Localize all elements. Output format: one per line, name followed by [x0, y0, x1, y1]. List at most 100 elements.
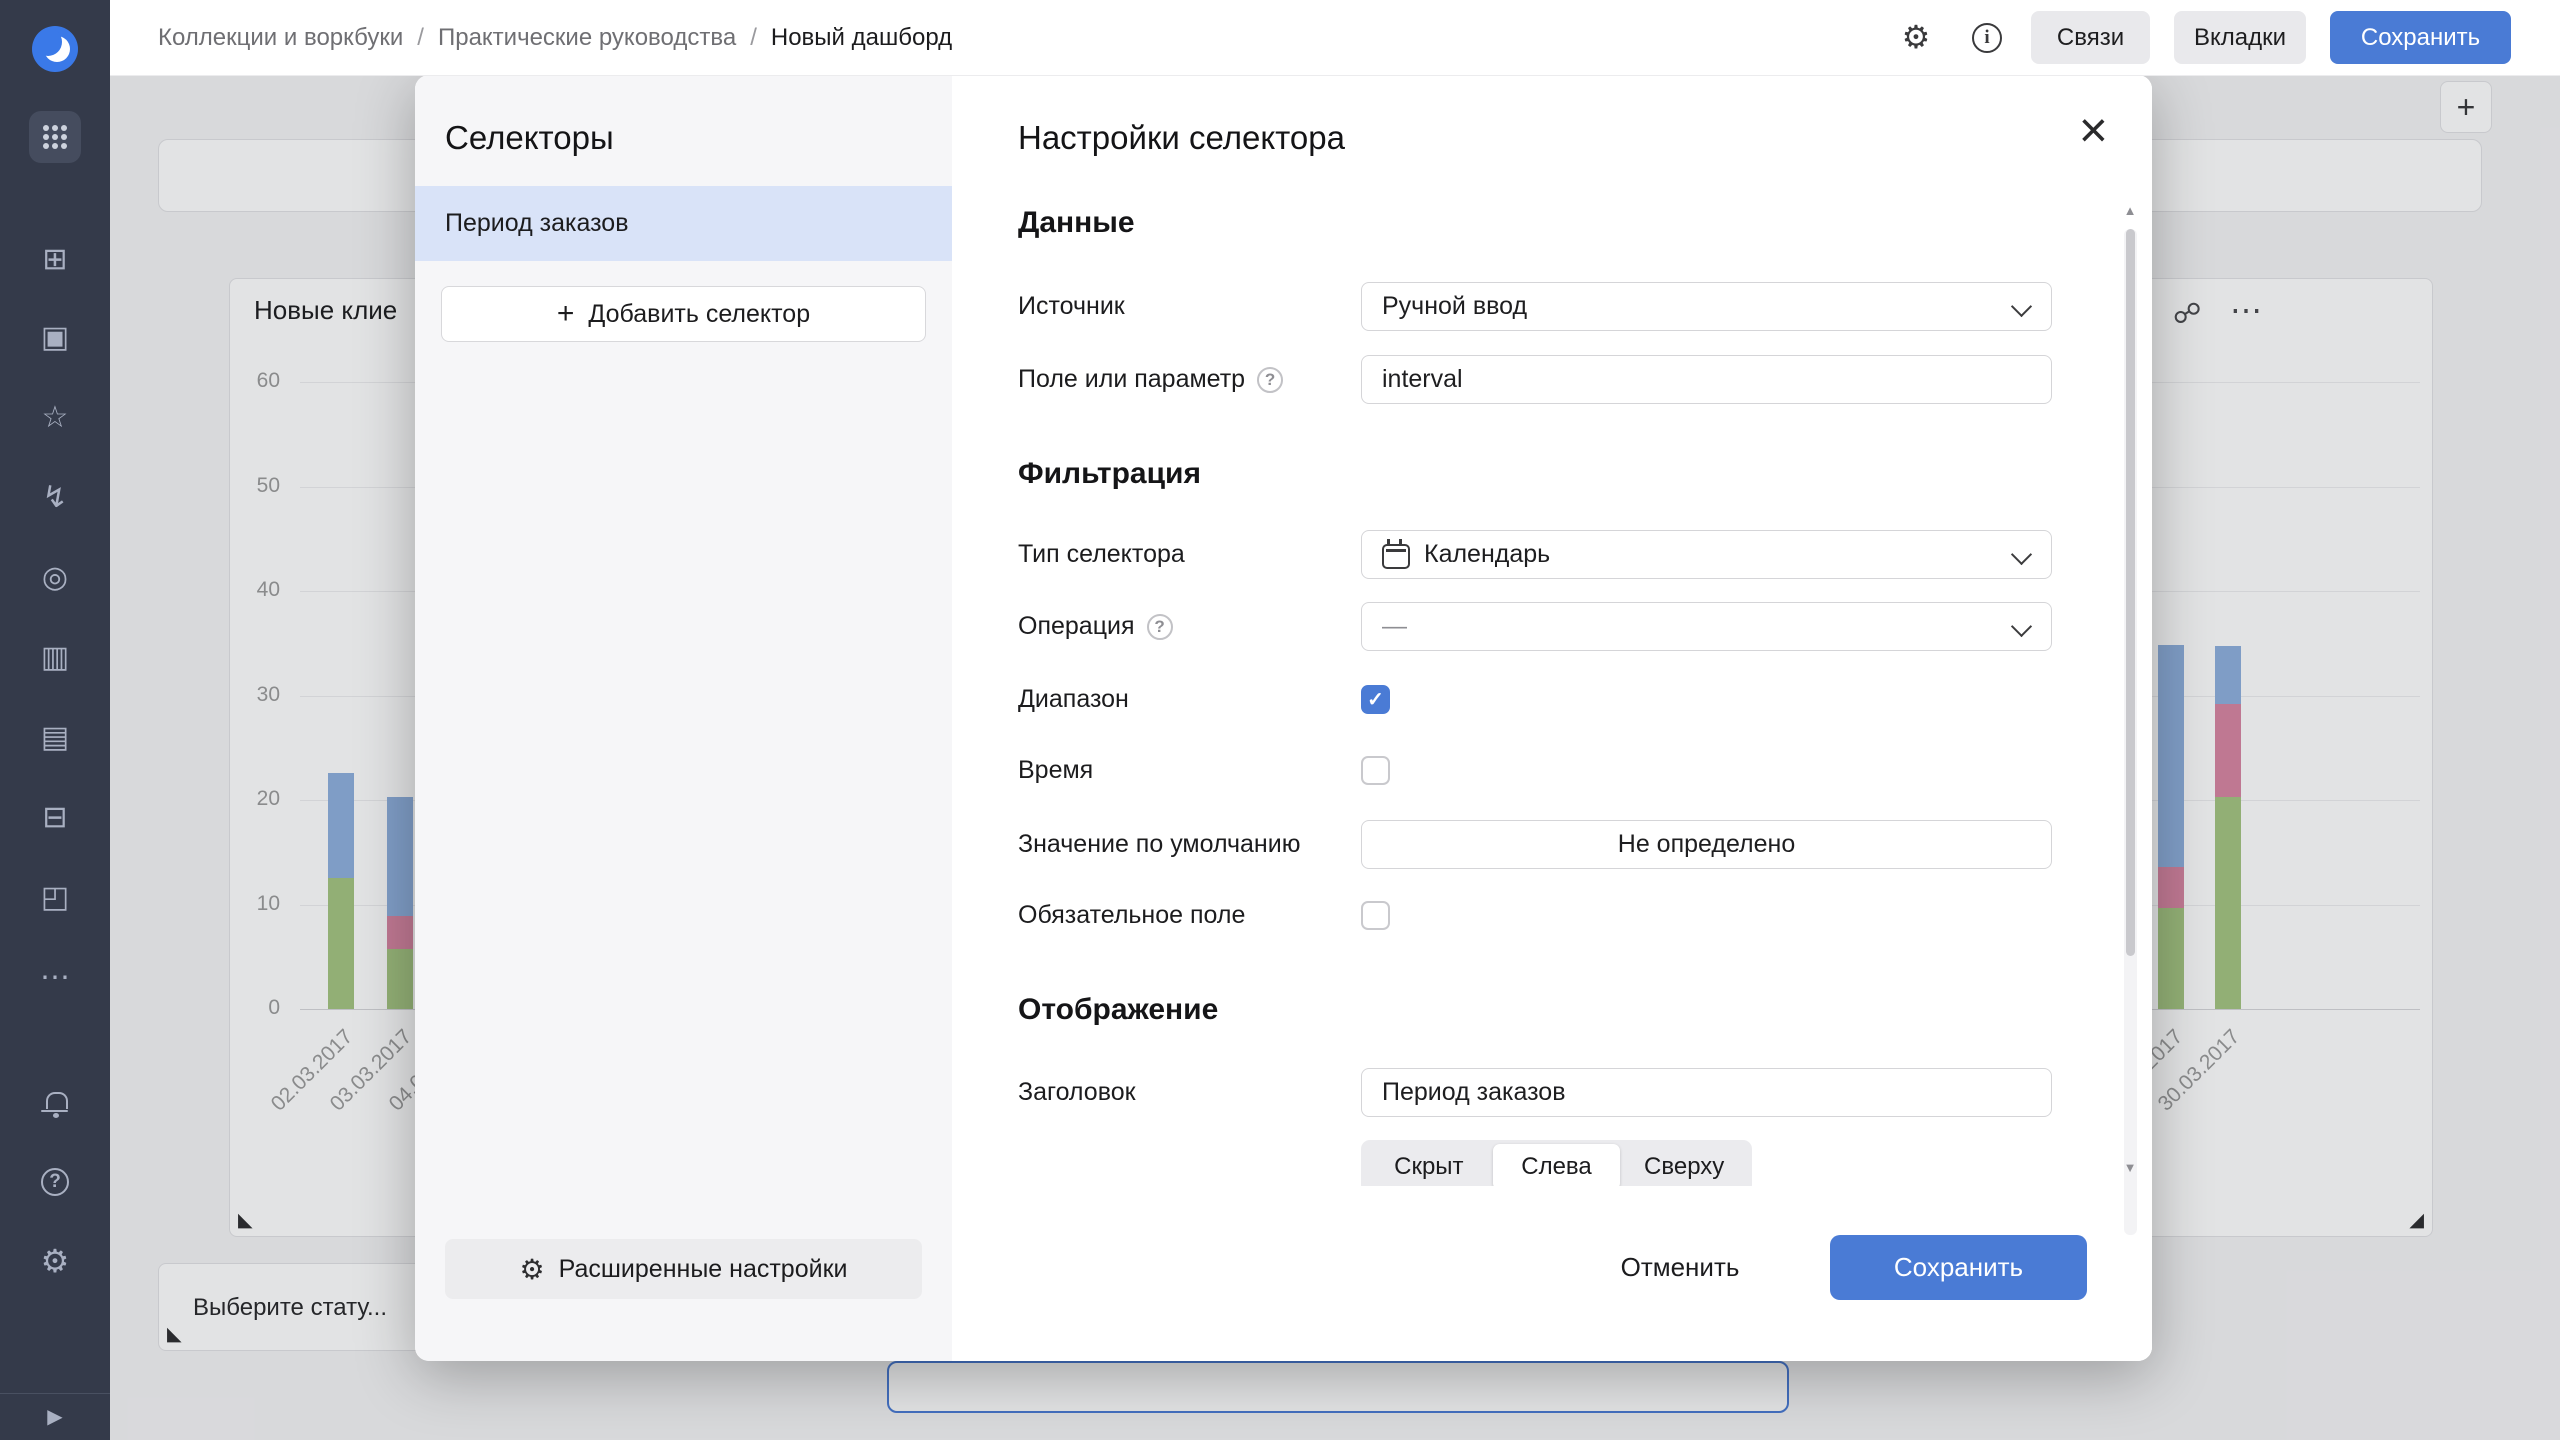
required-checkbox[interactable]: ✓ [1361, 901, 1390, 930]
check-icon: ✓ [1367, 687, 1384, 712]
chevron-down-icon [2011, 296, 2032, 317]
help-icon[interactable]: ? [1147, 614, 1173, 640]
time-label-text: Время [1018, 756, 1093, 785]
source-select-value: Ручной ввод [1382, 292, 1527, 321]
default-value-text: Не определено [1618, 830, 1795, 859]
dashboards-icon[interactable]: ⊞ [0, 240, 110, 280]
selector-type-select[interactable]: Календарь [1361, 530, 2052, 579]
placement-option-label: Скрыт [1394, 1153, 1463, 1181]
title-input-value: Период заказов [1382, 1078, 1565, 1107]
save-dashboard-button-label: Сохранить [2361, 24, 2480, 52]
help-icon[interactable]: ? [1257, 367, 1283, 393]
tabs-button[interactable]: Вкладки [2174, 11, 2306, 64]
range-checkbox[interactable]: ✓ [1361, 685, 1390, 714]
info-icon[interactable]: i [1972, 23, 2002, 53]
relations-button-label: Связи [2057, 24, 2124, 52]
scroll-up-icon[interactable]: ▲ [2118, 203, 2142, 218]
cancel-button[interactable]: Отменить [1600, 1235, 1760, 1300]
default-value-label-text: Значение по умолчанию [1018, 830, 1300, 859]
gear-icon: ⚙ [520, 1253, 545, 1286]
default-value-button[interactable]: Не определено [1361, 820, 2052, 869]
cancel-button-label: Отменить [1621, 1252, 1740, 1283]
operation-label-text: Операция [1018, 612, 1135, 641]
placement-option-hidden[interactable]: Скрыт [1365, 1144, 1493, 1190]
breadcrumb-workbook[interactable]: Практические руководства [438, 24, 736, 52]
add-selector-button-label: Добавить селектор [588, 300, 810, 329]
plus-icon: + [557, 299, 575, 329]
param-input-value: interval [1382, 365, 1463, 394]
help-icon[interactable]: ? [41, 1168, 69, 1196]
section-data-title: Данные [1018, 205, 1135, 241]
operation-select[interactable]: — [1361, 602, 2052, 651]
time-checkbox[interactable]: ✓ [1361, 756, 1390, 785]
advanced-settings-button[interactable]: ⚙ Расширенные настройки [445, 1239, 922, 1299]
required-label-text: Обязательное поле [1018, 901, 1245, 930]
selectors-panel: Селекторы Период заказов + Добавить селе… [415, 75, 952, 1361]
tabs-button-label: Вкладки [2194, 24, 2286, 52]
charts-icon[interactable]: ▥ [0, 638, 110, 678]
source-label-text: Источник [1018, 292, 1125, 321]
sidebar: ⊞ ▣ ☆ ↯ ◎ ▥ ▤ ⊟ ◰ ⋯ ? ⚙ ▶ [0, 0, 110, 1440]
all-services-tile[interactable] [29, 111, 81, 163]
more-icon[interactable]: ⋯ [0, 958, 110, 998]
title-input[interactable]: Период заказов [1361, 1068, 2052, 1117]
selector-list-item-label: Период заказов [445, 209, 628, 238]
scrollbar-thumb[interactable] [2126, 229, 2135, 956]
datalens-logo-icon[interactable] [32, 26, 78, 72]
section-display-title: Отображение [1018, 992, 1218, 1028]
chevron-down-icon [2011, 616, 2032, 637]
top-bar: Коллекции и воркбуки / Практические руко… [110, 0, 2560, 76]
placement-option-top[interactable]: Сверху [1620, 1144, 1748, 1190]
breadcrumb-separator: / [750, 24, 757, 52]
scroll-down-icon[interactable]: ▼ [2118, 1160, 2142, 1175]
selector-settings-modal: Селекторы Период заказов + Добавить селе… [415, 75, 2152, 1361]
param-label: Поле или параметр ? [1018, 355, 1283, 404]
required-label: Обязательное поле [1018, 891, 1245, 940]
default-value-label: Значение по умолчанию [1018, 820, 1300, 869]
selector-type-select-value: Календарь [1424, 540, 1550, 569]
range-label: Диапазон [1018, 675, 1129, 724]
datasets-icon[interactable]: ◎ [0, 558, 110, 598]
source-label: Источник [1018, 282, 1125, 331]
settings-form: Данные Источник Ручной ввод Поле или пар… [952, 75, 2152, 1361]
settings-panel: Настройки селектора × Данные Источник Ру… [952, 75, 2152, 1361]
param-input[interactable]: interval [1361, 355, 2052, 404]
storage-icon[interactable]: ◰ [0, 878, 110, 918]
range-label-text: Диапазон [1018, 685, 1129, 714]
source-select[interactable]: Ручной ввод [1361, 282, 2052, 331]
monitoring-icon[interactable]: ⊟ [0, 798, 110, 838]
placement-option-label: Слева [1521, 1153, 1592, 1181]
modal-footer: Отменить Сохранить [952, 1186, 2152, 1361]
relations-button[interactable]: Связи [2031, 11, 2150, 64]
selector-list-item[interactable]: Период заказов [415, 186, 952, 261]
grid-menu-icon [43, 125, 68, 150]
calendar-icon [1382, 544, 1410, 569]
tables-icon[interactable]: ▤ [0, 718, 110, 758]
save-selector-button[interactable]: Сохранить [1830, 1235, 2087, 1300]
favorites-icon[interactable]: ☆ [0, 398, 110, 438]
advanced-settings-button-label: Расширенные настройки [559, 1255, 848, 1284]
placement-option-label: Сверху [1644, 1153, 1724, 1181]
save-dashboard-button[interactable]: Сохранить [2330, 11, 2511, 64]
services-icon[interactable]: ↯ [0, 478, 110, 518]
add-selector-button[interactable]: + Добавить селектор [441, 286, 926, 342]
selector-type-label-text: Тип селектора [1018, 540, 1185, 569]
time-label: Время [1018, 746, 1093, 795]
breadcrumb-dashboard-title: Новый дашборд [771, 24, 952, 52]
dashboard-settings-gear-icon[interactable]: ⚙ [1896, 0, 1936, 75]
selector-type-label: Тип селектора [1018, 530, 1185, 579]
operation-label: Операция ? [1018, 602, 1173, 651]
scrollbar-track[interactable] [2124, 229, 2137, 1235]
breadcrumb-separator: / [417, 24, 424, 52]
sidebar-collapse-button[interactable]: ▶ [0, 1393, 110, 1440]
operation-select-value: — [1382, 612, 1407, 641]
title-field-label-text: Заголовок [1018, 1078, 1136, 1107]
selectors-panel-title: Селекторы [445, 119, 614, 157]
breadcrumb-collections[interactable]: Коллекции и воркбуки [158, 24, 403, 52]
notifications-bell-icon[interactable] [46, 1092, 68, 1109]
section-filter-title: Фильтрация [1018, 456, 1201, 492]
param-label-text: Поле или параметр [1018, 365, 1245, 394]
collections-icon[interactable]: ▣ [0, 318, 110, 358]
settings-gear-icon[interactable]: ⚙ [0, 1241, 110, 1281]
placement-option-left[interactable]: Слева [1493, 1144, 1621, 1190]
